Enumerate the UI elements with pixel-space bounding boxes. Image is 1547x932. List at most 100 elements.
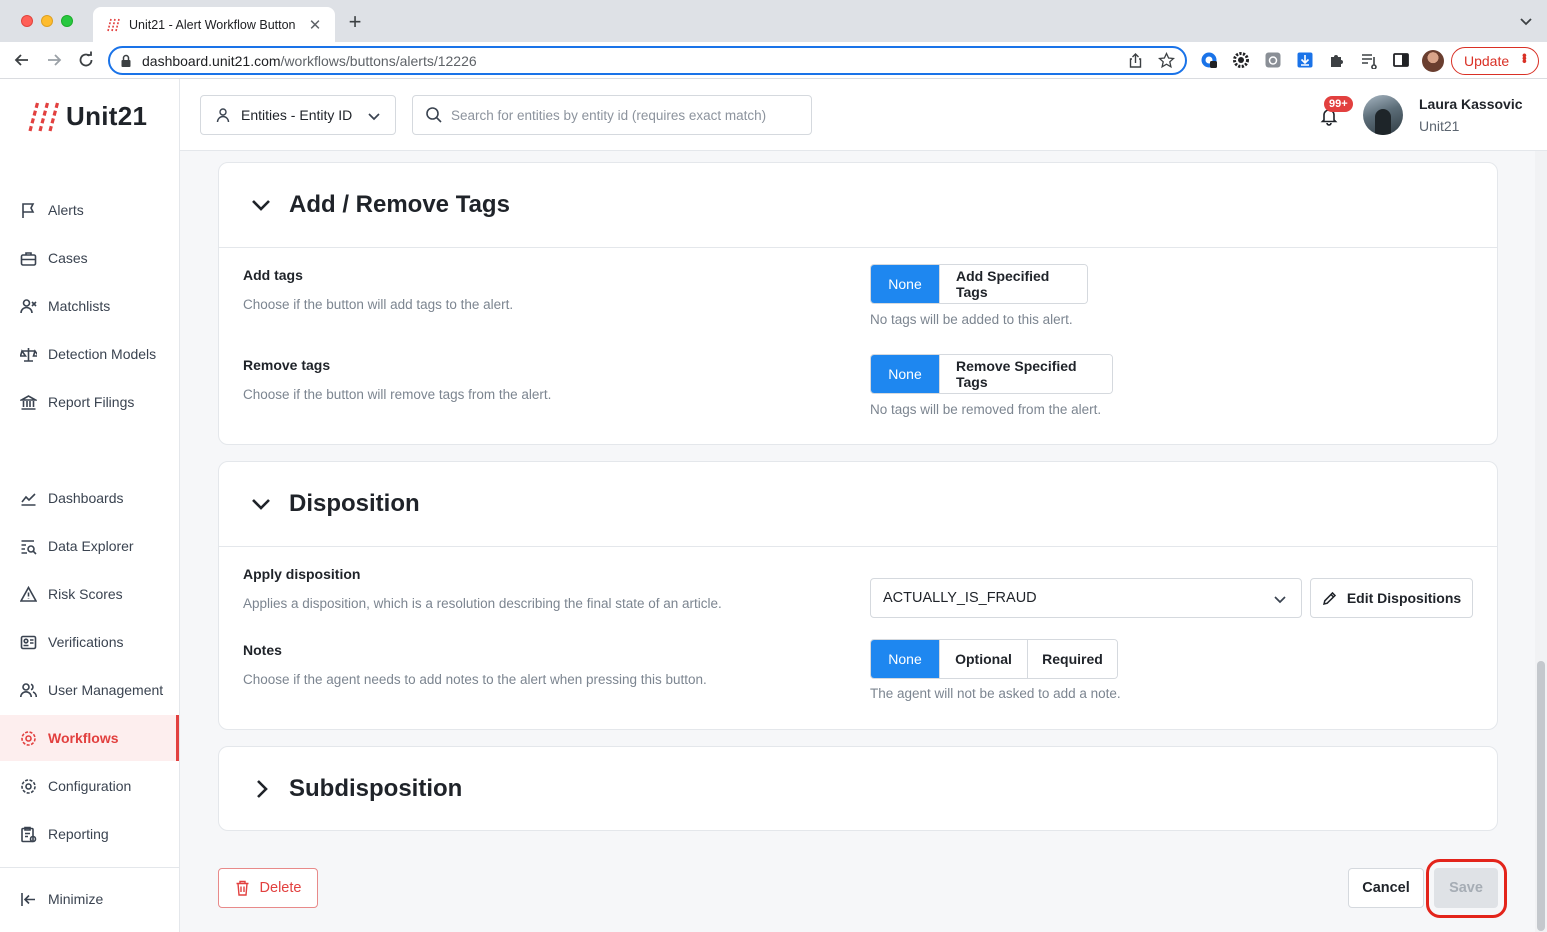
remove-specified-tags-option[interactable]: Remove Specified Tags: [939, 355, 1112, 393]
entity-type-select[interactable]: Entities - Entity ID: [200, 95, 396, 135]
update-label: Update: [1464, 53, 1510, 69]
extensions-puzzle-icon[interactable]: [1328, 51, 1346, 69]
remove-tags-row: Remove tags Choose if the button will re…: [243, 357, 551, 402]
bookmark-star-icon[interactable]: [1158, 52, 1175, 69]
sidebar-item-report-filings[interactable]: Report Filings: [0, 379, 179, 425]
disposition-card: Disposition Apply disposition Applies a …: [218, 461, 1498, 730]
notes-required-option[interactable]: Required: [1027, 640, 1117, 678]
logo-text: Unit21: [66, 100, 148, 131]
more-menu-icon[interactable]: •••: [1517, 53, 1533, 62]
add-specified-tags-option[interactable]: Add Specified Tags: [939, 265, 1087, 303]
disposition-card-header[interactable]: Disposition: [219, 462, 1497, 546]
minimize-window-button[interactable]: [41, 15, 53, 27]
sidebar-item-matchlists[interactable]: Matchlists: [0, 283, 179, 329]
bank-icon: [20, 394, 37, 410]
sidebar-item-label: User Management: [48, 682, 164, 698]
sidebar-item-data-explorer[interactable]: Data Explorer: [0, 523, 179, 569]
edit-dispositions-label: Edit Dispositions: [1346, 590, 1462, 606]
entity-search-input[interactable]: [451, 107, 791, 123]
disposition-card-title: Disposition: [289, 490, 420, 517]
reading-list-icon[interactable]: [1360, 51, 1378, 69]
warning-icon: [20, 585, 37, 602]
reload-icon[interactable]: [76, 50, 96, 70]
close-window-button[interactable]: [21, 15, 33, 27]
top-header: Entities - Entity ID 99+ Laura Kassovic …: [180, 79, 1547, 151]
sidebar-item-alerts[interactable]: Alerts: [0, 187, 179, 233]
tab-search-chevron-icon[interactable]: [1519, 14, 1533, 28]
users-icon: [20, 682, 37, 697]
cancel-button[interactable]: Cancel: [1348, 868, 1424, 908]
tags-card-header[interactable]: Add / Remove Tags: [219, 163, 1497, 247]
chevron-right-icon: [257, 780, 268, 798]
browser-tab[interactable]: Unit21 - Alert Workflow Button ✕: [93, 7, 335, 42]
back-arrow-icon[interactable]: [12, 50, 32, 70]
side-panel-icon[interactable]: [1392, 51, 1410, 69]
person-icon: [216, 108, 230, 123]
trash-icon: [236, 880, 249, 896]
add-tags-title: Add tags: [243, 267, 303, 283]
sidebar-item-verifications[interactable]: Verifications: [0, 619, 179, 665]
page-scrollbar[interactable]: [1535, 151, 1547, 932]
new-tab-button[interactable]: +: [344, 11, 366, 33]
browser-tab-strip: Unit21 - Alert Workflow Button ✕ +: [0, 0, 1547, 42]
apply-disposition-desc: Applies a disposition, which is a resolu…: [243, 596, 722, 611]
browser-update-button[interactable]: Update •••: [1451, 47, 1539, 75]
scrollbar-thumb[interactable]: [1537, 661, 1545, 931]
remove-tags-none-option[interactable]: None: [871, 355, 939, 393]
gear-icon: [21, 778, 36, 794]
user-avatar[interactable]: [1363, 95, 1403, 135]
extension-password-icon[interactable]: [1200, 51, 1218, 69]
notes-desc: Choose if the agent needs to add notes t…: [243, 672, 707, 687]
add-tags-none-option[interactable]: None: [871, 265, 939, 303]
forward-arrow-icon[interactable]: [44, 50, 64, 70]
sidebar-minimize-button[interactable]: Minimize: [0, 876, 179, 922]
sidebar-item-workflows[interactable]: Workflows: [0, 715, 179, 761]
delete-button[interactable]: Delete: [218, 868, 318, 908]
extension-camera-icon[interactable]: [1264, 51, 1282, 69]
edit-dispositions-button[interactable]: Edit Dispositions: [1310, 578, 1473, 618]
share-icon[interactable]: [1127, 52, 1144, 69]
tags-card-title: Add / Remove Tags: [289, 191, 510, 218]
remove-tags-helper: No tags will be removed from the alert.: [870, 402, 1102, 417]
save-button[interactable]: Save: [1434, 868, 1498, 908]
browser-profile-avatar[interactable]: [1422, 50, 1444, 72]
chevron-down-icon: [368, 113, 380, 121]
sidebar-item-reporting[interactable]: Reporting: [0, 811, 179, 857]
add-tags-toggle: None Add Specified Tags: [870, 264, 1088, 304]
sidebar-item-label: Cases: [48, 250, 88, 266]
sidebar-item-detection-models[interactable]: Detection Models: [0, 331, 179, 377]
sidebar-item-dashboards[interactable]: Dashboards: [0, 475, 179, 521]
subdisposition-card-header[interactable]: Subdisposition: [219, 747, 1497, 831]
sidebar-item-configuration[interactable]: Configuration: [0, 763, 179, 809]
extension-gear-icon[interactable]: [1232, 51, 1250, 69]
unit21-favicon-icon: [107, 18, 120, 31]
notes-none-option[interactable]: None: [871, 640, 939, 678]
flag-icon: [22, 202, 35, 218]
unit21-logo[interactable]: Unit21: [26, 99, 147, 133]
notes-row: Notes Choose if the agent needs to add n…: [243, 642, 707, 687]
notes-title: Notes: [243, 642, 282, 658]
tab-close-icon[interactable]: ✕: [307, 16, 323, 34]
id-card-icon: [20, 635, 37, 649]
entity-select-value: Entities - Entity ID: [241, 107, 353, 123]
address-bar[interactable]: dashboard.unit21.com/workflows/buttons/a…: [108, 46, 1187, 75]
chevron-down-icon: [252, 499, 270, 510]
chevron-down-icon: [252, 200, 270, 211]
sidebar-item-label: Workflows: [48, 730, 119, 746]
sidebar: Unit21 Alerts Cases Matchlists Detection…: [0, 79, 180, 932]
sidebar-item-user-management[interactable]: User Management: [0, 667, 179, 713]
maximize-window-button[interactable]: [61, 15, 73, 27]
sidebar-item-risk-scores[interactable]: Risk Scores: [0, 571, 179, 617]
notes-optional-option[interactable]: Optional: [939, 640, 1027, 678]
tags-card: Add / Remove Tags Add tags Choose if the…: [218, 162, 1498, 445]
sidebar-item-cases[interactable]: Cases: [0, 235, 179, 281]
sidebar-item-label: Alerts: [48, 202, 84, 218]
user-name[interactable]: Laura Kassovic: [1419, 96, 1523, 112]
minimize-label: Minimize: [48, 891, 104, 907]
notes-toggle: None Optional Required: [870, 639, 1118, 679]
user-x-icon: [20, 298, 37, 313]
trend-icon: [21, 492, 36, 506]
disposition-select[interactable]: ACTUALLY_IS_FRAUD: [870, 578, 1302, 618]
user-org: Unit21: [1419, 118, 1460, 134]
extension-download-icon[interactable]: [1296, 51, 1314, 69]
